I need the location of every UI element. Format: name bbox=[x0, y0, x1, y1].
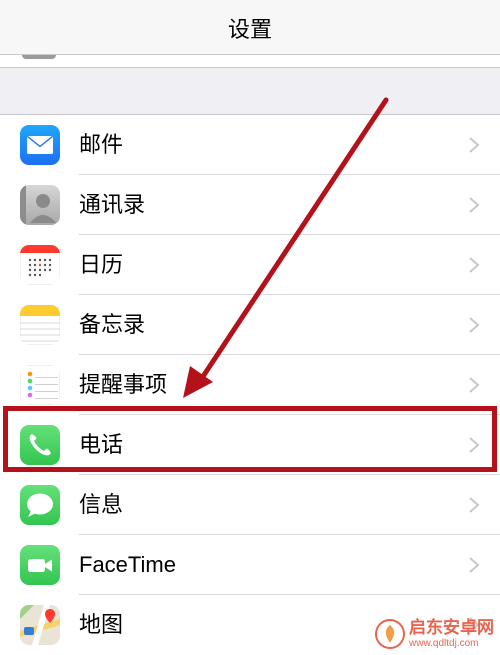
settings-item-facetime[interactable]: FaceTime bbox=[0, 535, 500, 595]
section-gap bbox=[0, 68, 500, 115]
chevron-right-icon bbox=[469, 377, 480, 393]
settings-item-label: 电话 bbox=[79, 432, 124, 457]
settings-item-label: 备忘录 bbox=[79, 312, 146, 337]
chevron-right-icon bbox=[469, 497, 480, 513]
facetime-icon bbox=[20, 545, 60, 585]
chevron-right-icon bbox=[469, 557, 480, 573]
phone-icon bbox=[20, 425, 60, 465]
chevron-right-icon bbox=[469, 197, 480, 213]
settings-item-calendar[interactable]: 日历 bbox=[0, 235, 500, 295]
notes-icon bbox=[20, 305, 60, 345]
settings-list: 邮件 通讯录 日历 备忘录 提醒事项 电话 信息 FaceTime 地图 bbox=[0, 115, 500, 655]
chevron-right-icon bbox=[469, 137, 480, 153]
mail-icon bbox=[20, 125, 60, 165]
chevron-right-icon bbox=[469, 257, 480, 273]
settings-item-label: 邮件 bbox=[79, 132, 124, 157]
settings-item-label: 地图 bbox=[79, 612, 124, 637]
settings-item-reminders[interactable]: 提醒事项 bbox=[0, 355, 500, 415]
settings-item-mail[interactable]: 邮件 bbox=[0, 115, 500, 175]
calendar-icon bbox=[20, 245, 60, 285]
previous-row-edge bbox=[0, 55, 500, 68]
partial-icon bbox=[22, 55, 56, 59]
settings-item-label: FaceTime bbox=[79, 552, 176, 577]
settings-item-label: 信息 bbox=[79, 492, 124, 517]
settings-item-phone[interactable]: 电话 bbox=[0, 415, 500, 475]
page-title: 设置 bbox=[227, 17, 272, 42]
reminders-icon bbox=[20, 365, 60, 405]
chevron-right-icon bbox=[469, 437, 480, 453]
watermark-name: 启东安卓网 bbox=[409, 618, 494, 637]
settings-item-messages[interactable]: 信息 bbox=[0, 475, 500, 535]
settings-item-notes[interactable]: 备忘录 bbox=[0, 295, 500, 355]
watermark-url: www.qdltdj.com bbox=[409, 638, 479, 649]
settings-item-label: 通讯录 bbox=[79, 192, 146, 217]
watermark: 启东安卓网 www.qdltdj.com bbox=[375, 617, 494, 651]
watermark-logo-icon bbox=[375, 619, 405, 649]
maps-icon bbox=[20, 605, 60, 645]
messages-icon bbox=[20, 485, 60, 525]
settings-item-label: 提醒事项 bbox=[79, 372, 168, 397]
settings-item-contacts[interactable]: 通讯录 bbox=[0, 175, 500, 235]
settings-item-label: 日历 bbox=[79, 252, 124, 277]
contacts-icon bbox=[20, 185, 60, 225]
navigation-bar: 设置 bbox=[0, 0, 500, 55]
chevron-right-icon bbox=[469, 317, 480, 333]
